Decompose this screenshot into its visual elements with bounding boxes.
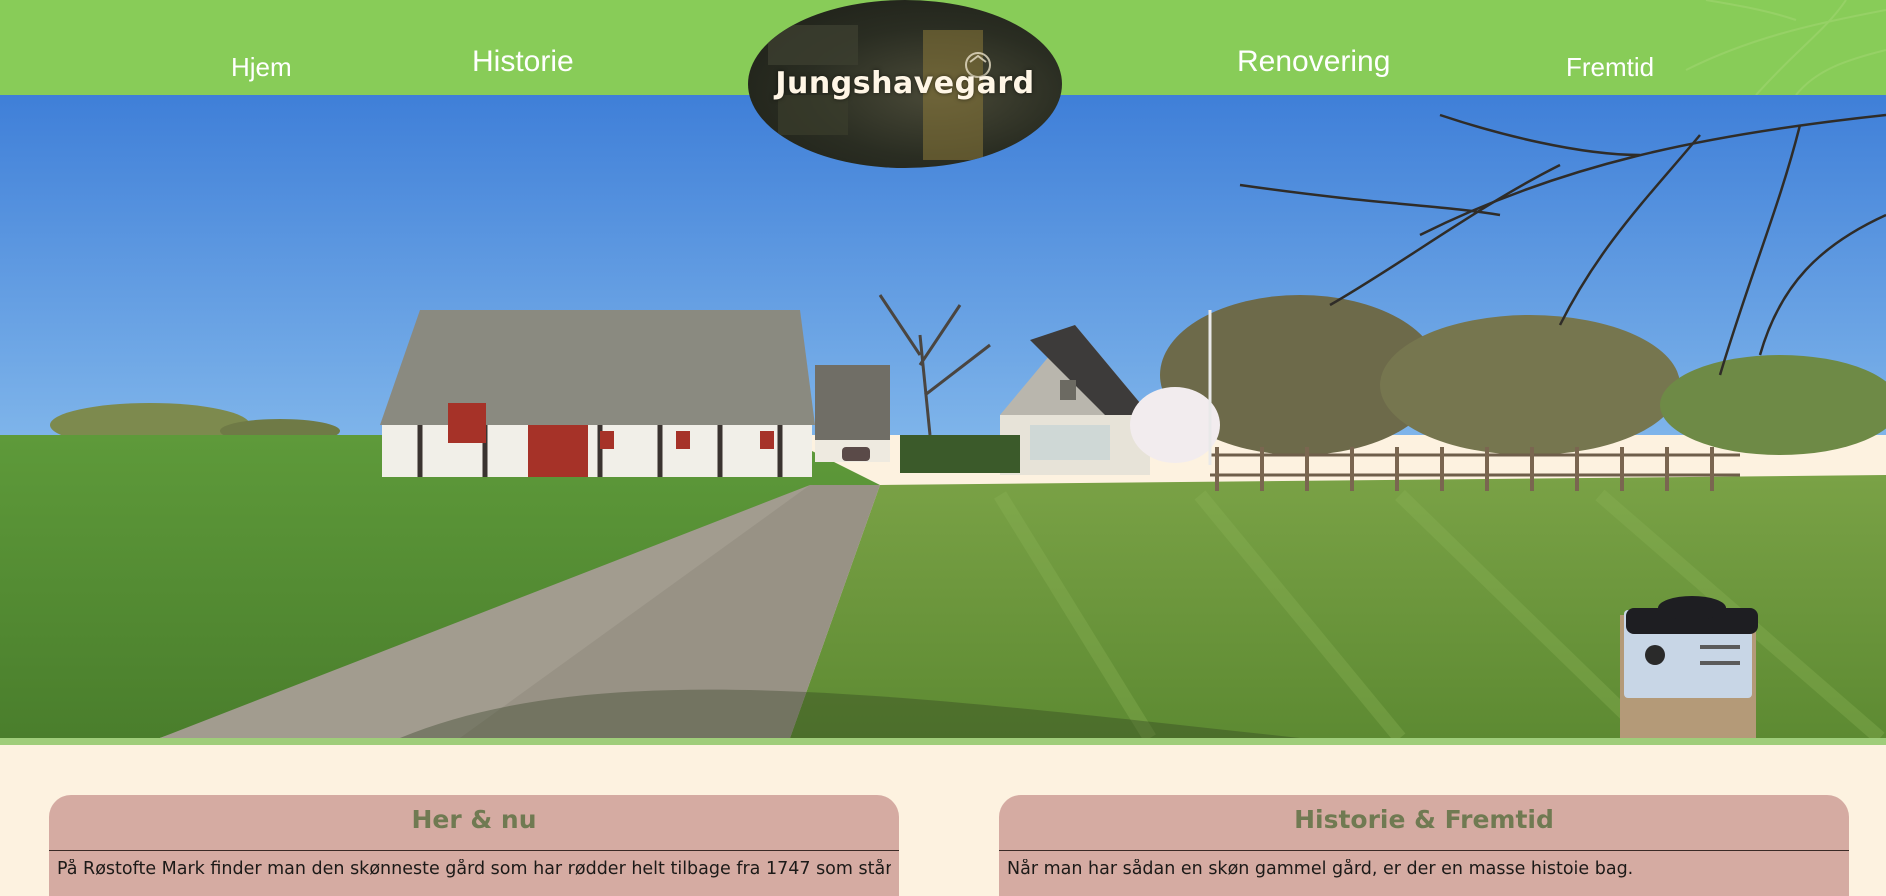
card-text: På Røstofte Mark finder man den skønnest… — [57, 859, 891, 879]
nav-link-renovering[interactable]: Renovering — [1237, 45, 1390, 79]
card-title: Historie & Fremtid — [1294, 805, 1554, 834]
farm-panorama-image — [0, 95, 1886, 738]
card-title: Her & nu — [411, 805, 537, 834]
logo-text: Jungshavegard — [775, 66, 1035, 101]
hero-image — [0, 95, 1886, 738]
card-divider — [999, 850, 1849, 851]
site-logo[interactable]: Jungshavegard — [748, 0, 1062, 168]
card-her-og-nu: Her & nu På Røstofte Mark finder man den… — [49, 795, 899, 896]
card-historie-og-fremtid: Historie & Fremtid Når man har sådan en … — [999, 795, 1849, 896]
card-divider — [49, 850, 899, 851]
nav-link-fremtid[interactable]: Fremtid — [1566, 52, 1654, 83]
nav-link-historie[interactable]: Historie — [472, 45, 574, 79]
card-text: Når man har sådan en skøn gammel gård, e… — [1007, 859, 1634, 879]
nav-link-hjem[interactable]: Hjem — [231, 52, 292, 83]
hero-divider — [0, 738, 1886, 745]
